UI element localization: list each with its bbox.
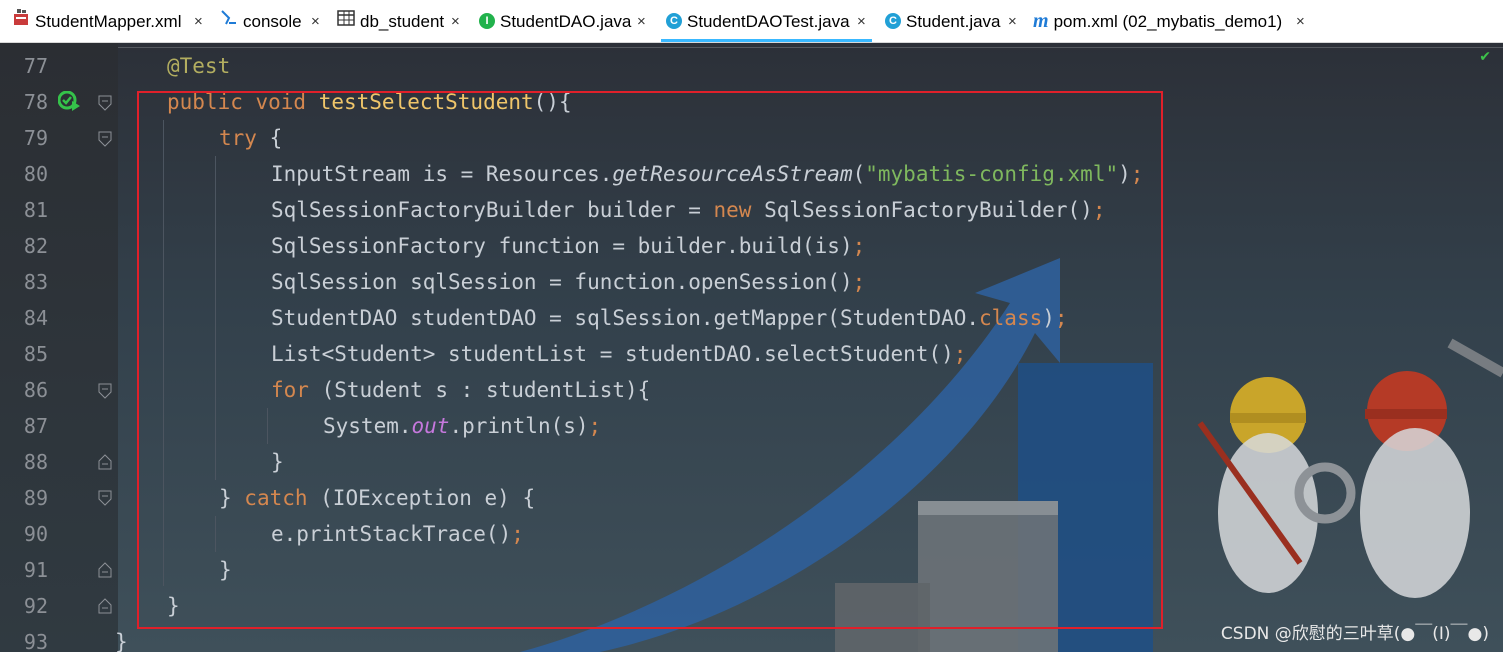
run-test-icon[interactable] <box>58 91 82 113</box>
editor-tab-bar: StudentMapper.xml × console × db_student… <box>0 0 1503 43</box>
console-icon <box>220 0 238 43</box>
close-icon[interactable]: × <box>1296 0 1305 44</box>
tab-label: console <box>243 12 302 31</box>
fold-collapse-icon[interactable] <box>98 131 112 147</box>
tab-student-java[interactable]: C Student.java × <box>885 0 1017 40</box>
fold-expand-icon[interactable] <box>98 454 112 470</box>
class-icon: C <box>885 12 901 29</box>
tab-studentdaotest-java[interactable]: C StudentDAOTest.java × <box>661 0 872 42</box>
interface-icon: I <box>479 12 495 29</box>
close-icon[interactable]: × <box>451 0 460 44</box>
tab-studentmapper-xml[interactable]: StudentMapper.xml × <box>12 0 203 43</box>
line-number: 80 <box>23 162 48 186</box>
class-icon: C <box>666 12 682 29</box>
line-number: 83 <box>23 270 48 294</box>
tab-db-student[interactable]: db_student × <box>337 0 460 43</box>
tab-pom-xml[interactable]: m pom.xml (02_mybatis_demo1) × <box>1033 0 1305 40</box>
line-number: 87 <box>23 414 48 438</box>
code-editor[interactable]: ✔ 77 78 79 80 81 82 83 84 85 86 87 88 89… <box>0 43 1503 652</box>
fold-collapse-icon[interactable] <box>98 383 112 399</box>
line-number: 90 <box>23 522 48 546</box>
annotation-token: @Test <box>167 54 231 78</box>
tab-label: db_student <box>360 12 445 31</box>
highlight-box <box>137 91 1163 629</box>
line-number: 92 <box>23 594 48 618</box>
tab-label: pom.xml (02_mybatis_demo1) <box>1053 12 1283 31</box>
line-number: 82 <box>23 234 48 258</box>
line-number: 79 <box>23 126 48 150</box>
maven-icon: m <box>1033 9 1049 32</box>
line-number: 88 <box>23 450 48 474</box>
line-number: 84 <box>23 306 48 330</box>
fold-collapse-icon[interactable] <box>98 490 112 506</box>
tab-label: Student.java <box>906 12 1001 31</box>
tab-studentdao-java[interactable]: I StudentDAO.java × <box>479 0 646 40</box>
watermark: CSDN @欣慰的三叶草(●￣(I)￣●) <box>1220 624 1489 644</box>
line-number: 91 <box>23 558 48 582</box>
fold-expand-icon[interactable] <box>98 562 112 578</box>
line-number: 89 <box>23 486 48 510</box>
close-icon[interactable]: × <box>857 0 866 44</box>
line-number: 86 <box>23 378 48 402</box>
tab-label: StudentMapper.xml <box>35 12 182 31</box>
close-icon[interactable]: × <box>311 0 320 44</box>
close-icon[interactable]: × <box>194 0 203 44</box>
table-icon <box>337 0 355 43</box>
tab-label: StudentDAO.java <box>500 12 632 31</box>
inspection-ok-icon[interactable]: ✔ <box>1479 49 1491 65</box>
close-icon[interactable]: × <box>637 0 646 44</box>
line-number: 77 <box>23 54 48 78</box>
tab-label: StudentDAOTest.java <box>687 12 850 31</box>
tab-console[interactable]: console × <box>220 0 320 43</box>
fold-collapse-icon[interactable] <box>98 95 112 111</box>
code-line-93[interactable]: } <box>115 624 128 652</box>
line-number: 85 <box>23 342 48 366</box>
fold-expand-icon[interactable] <box>98 598 112 614</box>
editor-top-divider <box>118 47 1503 48</box>
line-number: 78 <box>23 90 48 114</box>
xml-file-icon <box>12 0 30 43</box>
line-number: 93 <box>23 630 48 652</box>
code-text: } <box>115 630 128 652</box>
code-line-77[interactable]: @Test <box>167 48 230 84</box>
close-icon[interactable]: × <box>1008 0 1017 44</box>
line-number: 81 <box>23 198 48 222</box>
